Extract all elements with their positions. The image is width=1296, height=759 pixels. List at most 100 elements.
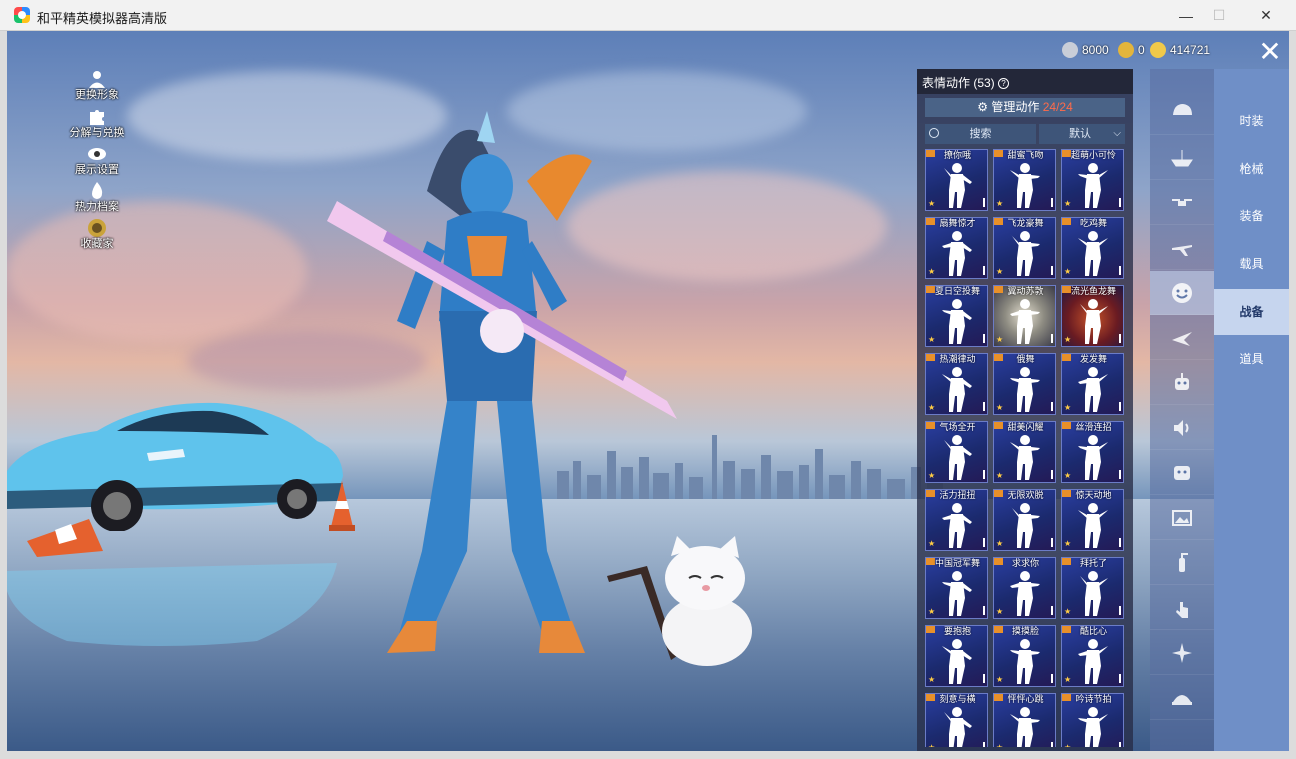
progress-bar bbox=[983, 470, 985, 479]
category-helmet[interactable] bbox=[1150, 91, 1214, 135]
left-menu-decompose-exchange[interactable]: 分解与兑换 bbox=[67, 107, 127, 139]
category-glider[interactable] bbox=[1150, 316, 1214, 360]
helmet-icon bbox=[1173, 103, 1192, 115]
drone-icon bbox=[1172, 198, 1192, 206]
emote-card[interactable]: 翼动苏敦 ★ bbox=[993, 285, 1056, 347]
progress-bar bbox=[983, 334, 985, 343]
category-sticker[interactable] bbox=[1150, 451, 1214, 495]
category-dome[interactable] bbox=[1150, 676, 1214, 720]
category-drone[interactable] bbox=[1150, 181, 1214, 225]
maximize-button[interactable]: ☐ bbox=[1196, 0, 1242, 31]
category-boat[interactable] bbox=[1150, 136, 1214, 180]
emote-card[interactable]: 飞龙豪舞 ★ bbox=[993, 217, 1056, 279]
dancer-silhouette-icon bbox=[1078, 299, 1108, 344]
emote-card[interactable]: 扇舞惊才 ★ bbox=[925, 217, 988, 279]
emote-card[interactable]: 惊天动地 ★ bbox=[1061, 489, 1124, 551]
sports-car-image[interactable] bbox=[7, 391, 347, 531]
category-sparkle[interactable] bbox=[1150, 631, 1214, 675]
emote-card[interactable]: 刻意与横 ★ bbox=[925, 693, 988, 747]
dancer-silhouette-icon bbox=[942, 707, 972, 747]
tab-equipment[interactable]: 装备 bbox=[1214, 193, 1289, 239]
progress-bar bbox=[1051, 470, 1053, 479]
emote-card[interactable]: 俄舞 ★ bbox=[993, 353, 1056, 415]
currency-diamond: 414721 bbox=[1150, 41, 1210, 59]
category-speaker[interactable] bbox=[1150, 406, 1214, 450]
emote-card[interactable]: 求求你 ★ bbox=[993, 557, 1056, 619]
star-icon: ★ bbox=[1064, 743, 1071, 747]
left-menu-change-appearance[interactable]: 更换形象 bbox=[67, 69, 127, 101]
tab-fashion[interactable]: 时装 bbox=[1214, 98, 1289, 144]
emote-card[interactable]: 气场全开 ★ bbox=[925, 421, 988, 483]
emote-card[interactable]: 撩你哦 ★ bbox=[925, 149, 988, 211]
emote-card[interactable]: 中国冠军舞 ★ bbox=[925, 557, 988, 619]
currency-gold-token: 0 bbox=[1118, 41, 1145, 59]
dancer-silhouette-icon bbox=[1010, 503, 1040, 548]
left-menu-label: 收藏家 bbox=[80, 238, 114, 250]
category-smiley[interactable] bbox=[1150, 271, 1214, 315]
manage-actions-button[interactable]: ⚙ 管理动作 24/24 bbox=[925, 98, 1125, 117]
white-cat-image[interactable] bbox=[607, 536, 757, 666]
tab-vehicles[interactable]: 载具 bbox=[1214, 241, 1289, 287]
star-icon: ★ bbox=[996, 471, 1004, 480]
emote-card[interactable]: 吟诗节拍 ★ bbox=[1061, 693, 1124, 747]
emote-card[interactable]: 要抱抱 ★ bbox=[925, 625, 988, 687]
category-robot[interactable] bbox=[1150, 361, 1214, 405]
silver-coin-icon bbox=[1062, 42, 1078, 58]
search-input[interactable]: 搜索 bbox=[925, 124, 1036, 144]
tab-props[interactable]: 道具 bbox=[1214, 336, 1289, 382]
progress-bar bbox=[983, 198, 985, 207]
emote-card[interactable]: 摸摸脸 ★ bbox=[993, 625, 1056, 687]
gear-icon: ⚙ bbox=[977, 100, 989, 114]
emote-card[interactable]: 丝滑连招 ★ bbox=[1061, 421, 1124, 483]
dancer-silhouette-icon bbox=[1078, 707, 1108, 747]
category-gallery[interactable] bbox=[1150, 496, 1214, 540]
emote-card[interactable]: 甜美闪耀 ★ bbox=[993, 421, 1056, 483]
dancer-silhouette-icon bbox=[1010, 435, 1040, 480]
category-extinguisher[interactable] bbox=[1150, 541, 1214, 585]
help-icon[interactable]: ? bbox=[998, 78, 1010, 90]
emote-card[interactable]: 流光鱼龙舞 ★ bbox=[1061, 285, 1124, 347]
emote-card[interactable]: 酷比心 ★ bbox=[1061, 625, 1124, 687]
tab-battle-prep[interactable]: 战备 bbox=[1214, 289, 1289, 335]
puzzle-icon bbox=[90, 110, 104, 125]
dancer-silhouette-icon bbox=[942, 435, 972, 480]
emote-card[interactable]: 超萌小可怜 ★ bbox=[1061, 149, 1124, 211]
star-icon: ★ bbox=[996, 607, 1004, 616]
game-viewport[interactable]: 更换形象 分解与兑换 展示设置 热力档案 收藏家 8000 0 414721 ✕… bbox=[7, 31, 1289, 751]
left-menu-collector[interactable]: 收藏家 bbox=[67, 218, 127, 250]
sort-select[interactable]: 默认 ⌵ bbox=[1039, 124, 1125, 144]
emote-card[interactable]: 发发舞 ★ bbox=[1061, 353, 1124, 415]
window-close-button[interactable]: ✕ bbox=[1243, 0, 1289, 31]
star-icon: ★ bbox=[1064, 267, 1072, 276]
emote-label: 夏日空投舞 bbox=[934, 286, 980, 296]
tab-firearms[interactable]: 枪械 bbox=[1214, 146, 1289, 192]
tap-icon bbox=[1176, 601, 1188, 618]
robot-icon bbox=[1175, 372, 1189, 390]
emote-card[interactable]: 热潮律动 ★ bbox=[925, 353, 988, 415]
left-menu-display-settings[interactable]: 展示设置 bbox=[67, 144, 127, 176]
gallery-icon bbox=[1172, 509, 1192, 526]
emote-card[interactable]: 吃鸡舞 ★ bbox=[1061, 217, 1124, 279]
emote-card[interactable]: 夏日空投舞 ★ bbox=[925, 285, 988, 347]
emote-card[interactable]: 活力扭扭 ★ bbox=[925, 489, 988, 551]
emote-label: 惊天动地 bbox=[1075, 490, 1112, 500]
left-menu-heat-archive[interactable]: 热力档案 bbox=[67, 181, 127, 213]
emote-card[interactable]: 甜蜜飞吻 ★ bbox=[993, 149, 1056, 211]
close-icon[interactable]: ✕ bbox=[1255, 38, 1285, 68]
progress-bar bbox=[1051, 742, 1053, 747]
star-icon: ★ bbox=[996, 539, 1004, 548]
progress-bar bbox=[1119, 198, 1121, 207]
emote-card[interactable]: 无限欢脱 ★ bbox=[993, 489, 1056, 551]
progress-bar bbox=[983, 538, 985, 547]
dancer-silhouette-icon bbox=[1078, 503, 1108, 548]
category-plane[interactable] bbox=[1150, 226, 1214, 270]
dancer-silhouette-icon bbox=[942, 503, 972, 548]
emote-card[interactable]: 拜托了 ★ bbox=[1061, 557, 1124, 619]
category-tap[interactable] bbox=[1150, 586, 1214, 630]
star-icon: ★ bbox=[1064, 539, 1072, 548]
emote-grid: 撩你哦 ★ 甜蜜飞吻 ★ 超萌小可怜 ★ 扇舞惊才 ★ 飞龙豪舞 ★ 吃鸡舞 ★ 夏日空投舞 ★ 翼动苏敦 ★… bbox=[925, 149, 1127, 747]
emote-card[interactable]: 怦怦心跳 ★ bbox=[993, 693, 1056, 747]
emote-label: 热潮律动 bbox=[939, 354, 976, 364]
dancer-silhouette-icon bbox=[1010, 163, 1040, 208]
window-titlebar: 和平精英模拟器高清版 — ☐ ✕ bbox=[0, 0, 1296, 31]
